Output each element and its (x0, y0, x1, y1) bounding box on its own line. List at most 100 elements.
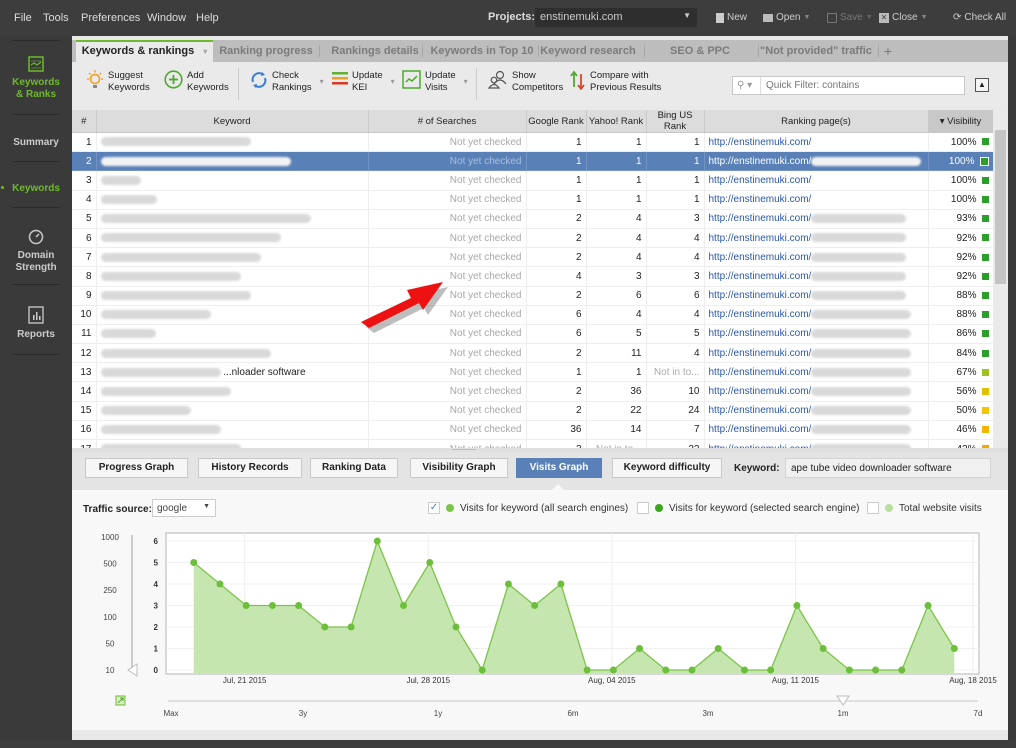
add-keywords-button[interactable]: Add Keywords (164, 70, 229, 94)
keyword-field[interactable]: ape tube video downloader software (785, 458, 991, 478)
table-row[interactable]: 6 Not yet checked 2 4 4 http://enstinemu… (72, 228, 994, 249)
ranking-page-link[interactable]: http://enstinemuki.com/ (709, 175, 812, 186)
cell-ranking-page[interactable]: http://enstinemuki.com/ (704, 324, 929, 345)
ranking-page-link[interactable]: http://enstinemuki.com/ (709, 367, 812, 378)
cell-ranking-page[interactable]: http://enstinemuki.com/ (704, 132, 929, 153)
quick-filter[interactable]: ⚲ ▾ (732, 76, 965, 95)
ranking-page-link[interactable]: http://enstinemuki.com/ (709, 309, 812, 320)
ranking-page-link[interactable]: http://enstinemuki.com/ (709, 386, 812, 397)
table-row[interactable]: 3 Not yet checked 1 1 1 http://enstinemu… (72, 170, 994, 191)
ranking-page-link[interactable]: http://enstinemuki.com/ (709, 213, 812, 224)
col-visibility[interactable]: ▾ Visibility (928, 110, 994, 133)
cell-ranking-page[interactable]: http://enstinemuki.com/ (704, 151, 929, 172)
table-row[interactable]: 16 Not yet checked 36 14 7 http://enstin… (72, 420, 994, 441)
menu-window[interactable]: Window (147, 12, 186, 24)
project-select[interactable]: enstinemuki.com ▼ (535, 8, 697, 27)
table-row[interactable]: 9 Not yet checked 2 6 6 http://enstinemu… (72, 286, 994, 306)
cell-ranking-page[interactable]: http://enstinemuki.com/ (704, 190, 929, 210)
menu-file[interactable]: File (14, 12, 32, 24)
table-row[interactable]: 11 Not yet checked 6 5 5 http://enstinem… (72, 324, 994, 345)
col-index[interactable]: # (72, 110, 97, 133)
check-rankings-button[interactable]: Check Rankings ▾ (250, 70, 324, 94)
sidebar-item-keywords-ranks[interactable]: Keywords & Ranks (0, 56, 72, 101)
table-row[interactable]: 10 Not yet checked 6 4 4 http://enstinem… (72, 305, 994, 325)
col-keyword[interactable]: Keyword (96, 110, 369, 133)
open-button[interactable]: Open ▼ (763, 12, 810, 23)
collapse-panel-button[interactable]: ▲ (975, 78, 989, 92)
cell-ranking-page[interactable]: http://enstinemuki.com/ (704, 170, 929, 191)
cell-ranking-page[interactable]: http://enstinemuki.com/ (704, 305, 929, 325)
keyword-difficulty-button[interactable]: Keyword difficulty (612, 458, 722, 478)
update-kei-button[interactable]: Update KEI ▾ (332, 70, 395, 94)
col-searches[interactable]: # of Searches (368, 110, 527, 133)
sidebar-item-domain-strength[interactable]: Domain Strength (0, 229, 72, 274)
col-google-rank[interactable]: Google Rank (526, 110, 587, 133)
table-scrollbar-thumb[interactable] (995, 130, 1006, 284)
ranking-page-link[interactable]: http://enstinemuki.com/ (709, 405, 812, 416)
check-all-button[interactable]: ⟳ Check All (953, 12, 1006, 23)
ranking-page-link[interactable]: http://enstinemuki.com/ (709, 271, 812, 282)
col-bing-rank[interactable]: Bing US Rank (646, 110, 705, 133)
ranking-data-button[interactable]: Ranking Data (310, 458, 398, 478)
cell-ranking-page[interactable]: http://enstinemuki.com/ (704, 420, 929, 441)
sidebar-item-reports[interactable]: Reports (0, 306, 72, 341)
ranking-page-link[interactable]: http://enstinemuki.com/ (709, 424, 812, 435)
table-row[interactable]: 2 Not yet checked 1 1 1 http://enstinemu… (72, 151, 994, 172)
ranking-page-link[interactable]: http://enstinemuki.com/ (709, 194, 812, 205)
tab-seo-ppc[interactable]: SEO & PPC analysis (648, 40, 752, 79)
new-button[interactable]: New (716, 12, 747, 23)
compare-results-button[interactable]: Compare with Previous Results (570, 70, 661, 94)
suggest-keywords-button[interactable]: Suggest Keywords (86, 70, 150, 94)
cell-ranking-page[interactable]: http://enstinemuki.com/ (704, 209, 929, 229)
ranking-page-link[interactable]: http://enstinemuki.com/ (709, 348, 812, 359)
cell-ranking-page[interactable]: http://enstinemuki.com/ (704, 439, 929, 448)
tab-keyword-research[interactable]: Keyword research (540, 40, 636, 62)
visibility-graph-button[interactable]: Visibility Graph (410, 458, 508, 478)
tab-rankings-details[interactable]: Rankings details (324, 40, 426, 62)
table-row[interactable]: 17 Not yet checked 2 Not in to... 22 htt… (72, 439, 994, 448)
ranking-page-link[interactable]: http://enstinemuki.com/ (709, 137, 812, 148)
tab-keywords-top10[interactable]: Keywords in Top 10 (426, 40, 538, 62)
tab-ranking-progress[interactable]: Ranking progress (218, 40, 314, 62)
table-row[interactable]: 4 Not yet checked 1 1 1 http://enstinemu… (72, 190, 994, 210)
cell-ranking-page[interactable]: http://enstinemuki.com/ (704, 228, 929, 249)
col-ranking-pages[interactable]: Ranking page(s) (704, 110, 929, 133)
visits-graph-button[interactable]: Visits Graph (516, 458, 602, 478)
history-records-button[interactable]: History Records (198, 458, 302, 478)
cell-ranking-page[interactable]: http://enstinemuki.com/ (704, 362, 929, 383)
table-row[interactable]: 8 Not yet checked 4 3 3 http://enstinemu… (72, 266, 994, 287)
table-row[interactable]: 13 ...nloader software Not yet checked 1… (72, 362, 994, 383)
col-yahoo-rank[interactable]: Yahoo! Rank (586, 110, 647, 133)
table-row[interactable]: 14 Not yet checked 2 36 10 http://enstin… (72, 381, 994, 402)
table-row[interactable]: 5 Not yet checked 2 4 3 http://enstinemu… (72, 209, 994, 229)
ranking-page-link[interactable]: http://enstinemuki.com/ (709, 233, 812, 244)
cell-ranking-page[interactable]: http://enstinemuki.com/ (704, 266, 929, 287)
ranking-page-link[interactable]: http://enstinemuki.com/ (709, 156, 812, 167)
ranking-page-link[interactable]: http://enstinemuki.com/ (709, 290, 812, 301)
table-row[interactable]: 7 Not yet checked 2 4 4 http://enstinemu… (72, 247, 994, 268)
cell-ranking-page[interactable]: http://enstinemuki.com/ (704, 286, 929, 306)
progress-graph-button[interactable]: Progress Graph (85, 458, 188, 478)
ranking-page-link[interactable]: http://enstinemuki.com/ (709, 252, 812, 263)
add-tab-button[interactable]: + (880, 40, 896, 62)
show-competitors-button[interactable]: Show Competitors (488, 70, 563, 94)
cell-ranking-page[interactable]: http://enstinemuki.com/ (704, 343, 929, 364)
menu-tools[interactable]: Tools (43, 12, 69, 24)
table-row[interactable]: 12 Not yet checked 2 11 4 http://enstine… (72, 343, 994, 364)
close-button[interactable]: ✕ Close ▼ (879, 12, 928, 23)
save-button[interactable]: Save ▼ (827, 12, 873, 23)
sidebar-item-summary[interactable]: Summary (0, 137, 72, 149)
table-row[interactable]: 15 Not yet checked 2 22 24 http://enstin… (72, 401, 994, 421)
menu-help[interactable]: Help (196, 12, 219, 24)
cell-ranking-page[interactable]: http://enstinemuki.com/ (704, 381, 929, 402)
ranking-page-link[interactable]: http://enstinemuki.com/ (709, 328, 812, 339)
tab-keywords-rankings[interactable]: Keywords & rankings ▾ (76, 40, 213, 62)
sidebar-item-keywords[interactable]: Keywords (0, 183, 72, 195)
search-icon[interactable]: ⚲ ▾ (733, 77, 761, 94)
cell-ranking-page[interactable]: http://enstinemuki.com/ (704, 401, 929, 421)
table-row[interactable]: 1 Not yet checked 1 1 1 http://enstinemu… (72, 132, 994, 153)
cell-ranking-page[interactable]: http://enstinemuki.com/ (704, 247, 929, 268)
update-visits-button[interactable]: Update Visits ▾ (402, 70, 468, 94)
tab-not-provided[interactable]: "Not provided" traffic (760, 40, 872, 62)
menu-preferences[interactable]: Preferences (81, 12, 140, 24)
